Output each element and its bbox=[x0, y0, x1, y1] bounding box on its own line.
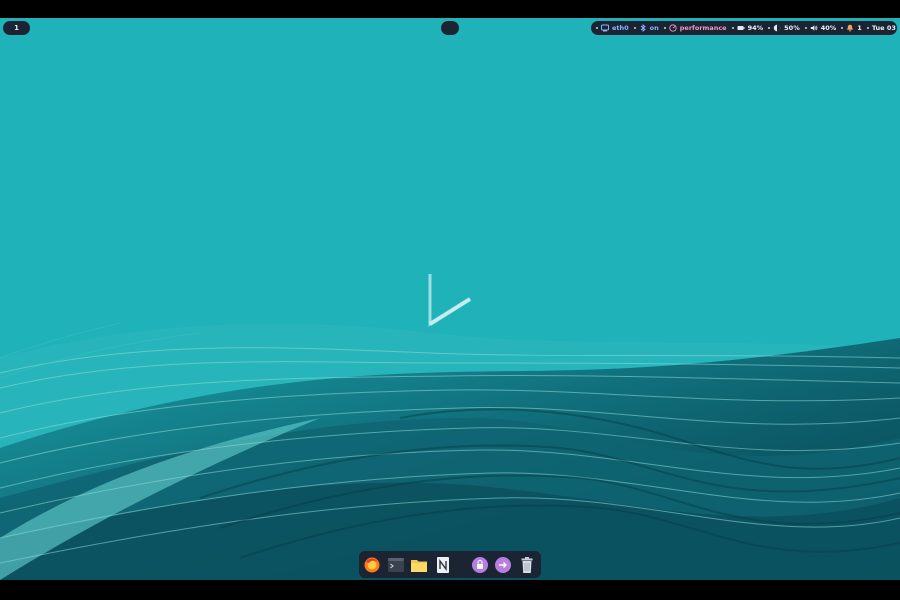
lock-icon[interactable] bbox=[471, 556, 489, 574]
brightness-icon bbox=[773, 24, 781, 32]
separator-dot bbox=[663, 27, 666, 29]
gauge-icon bbox=[669, 24, 677, 32]
bottom-border bbox=[0, 580, 900, 600]
power-profile-module[interactable]: performance bbox=[663, 21, 727, 35]
workspace-number: 1 bbox=[14, 24, 19, 32]
notification-count: 1 bbox=[857, 24, 862, 32]
separator-dot bbox=[841, 27, 844, 29]
bluetooth-icon bbox=[640, 24, 646, 32]
power-profile-label: performance bbox=[679, 24, 727, 32]
volume-module[interactable]: 40% bbox=[804, 21, 837, 35]
dock bbox=[359, 551, 541, 578]
window-title-pill[interactable] bbox=[441, 21, 459, 35]
network-module[interactable]: eth0 bbox=[596, 21, 629, 35]
separator-dot bbox=[768, 27, 771, 29]
notification-module[interactable]: 1 bbox=[841, 21, 862, 35]
ethernet-icon bbox=[601, 24, 609, 32]
separator-dot bbox=[731, 27, 734, 29]
notes-icon[interactable] bbox=[434, 556, 452, 574]
brightness-module[interactable]: 50% bbox=[768, 21, 800, 35]
volume-label: 40% bbox=[820, 24, 837, 32]
clock-label: Tue 03 20:53 bbox=[871, 24, 897, 32]
volume-icon bbox=[810, 25, 818, 31]
brightness-label: 50% bbox=[784, 24, 800, 32]
clock-module[interactable]: Tue 03 20:53 bbox=[866, 21, 897, 35]
bluetooth-label: on bbox=[649, 24, 659, 32]
logout-icon[interactable] bbox=[494, 556, 512, 574]
trash-icon[interactable] bbox=[518, 556, 536, 574]
bell-icon bbox=[847, 24, 854, 32]
battery-label: 94% bbox=[747, 24, 764, 32]
battery-module[interactable]: 94% bbox=[731, 21, 764, 35]
firefox-icon[interactable] bbox=[363, 556, 381, 574]
network-label: eth0 bbox=[612, 24, 629, 32]
folder-icon[interactable] bbox=[410, 556, 428, 574]
separator-dot bbox=[596, 27, 598, 29]
play-logo-icon bbox=[428, 274, 472, 327]
separator-dot bbox=[633, 27, 636, 29]
bluetooth-module[interactable]: on bbox=[633, 21, 659, 35]
battery-icon bbox=[737, 26, 745, 30]
terminal-icon[interactable] bbox=[387, 556, 405, 574]
separator-dot bbox=[866, 27, 869, 29]
desktop-screen: 1 eth0 on performance 94% 50% 40% 1 Tue … bbox=[0, 0, 900, 600]
workspace-indicator[interactable]: 1 bbox=[3, 21, 30, 35]
status-bar: eth0 on performance 94% 50% 40% 1 Tue 03 bbox=[591, 21, 897, 35]
separator-dot bbox=[804, 27, 807, 29]
